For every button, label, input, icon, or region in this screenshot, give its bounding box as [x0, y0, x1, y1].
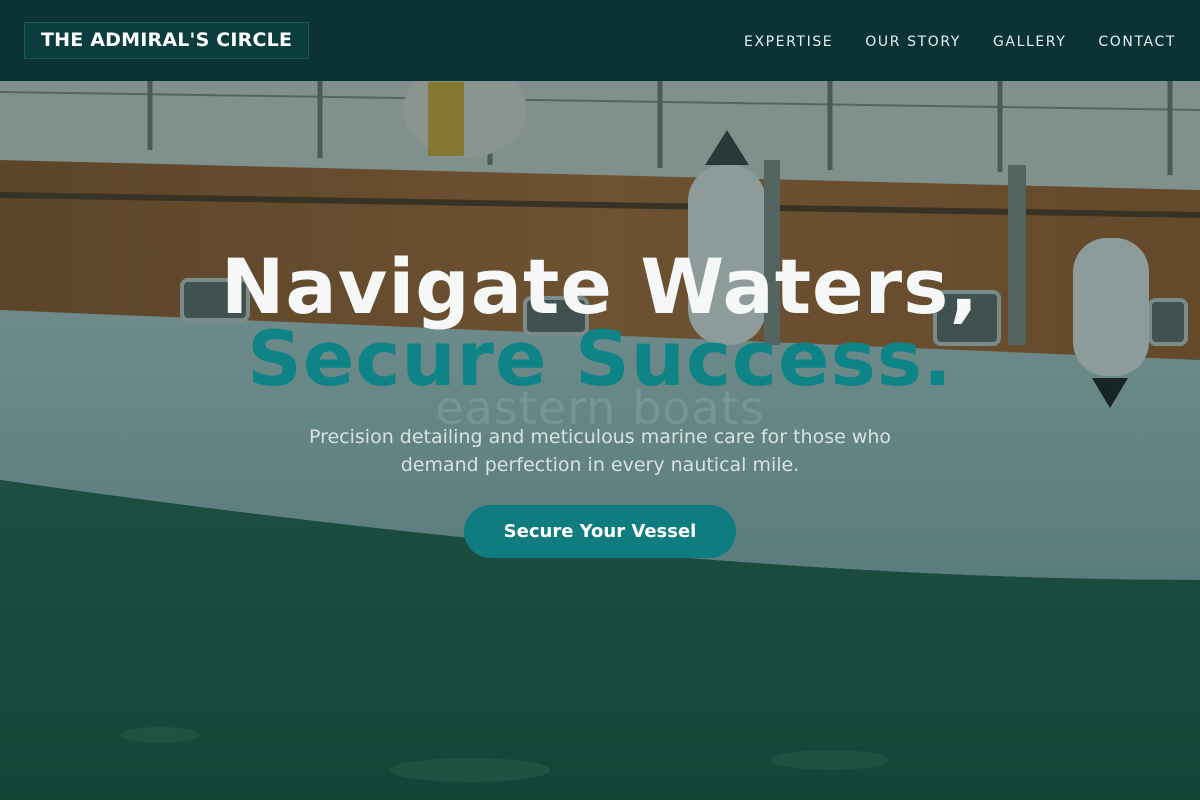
nav-item: OUR STORY: [833, 31, 961, 50]
nav-list: EXPERTISE OUR STORY GALLERY CONTACT: [712, 31, 1176, 50]
nav-link-gallery[interactable]: GALLERY: [993, 34, 1066, 50]
hero-headline: Navigate Waters,: [220, 242, 980, 331]
top-navbar: THE ADMIRAL'S CIRCLE EXPERTISE OUR STORY…: [0, 0, 1200, 81]
nav-item: CONTACT: [1066, 31, 1176, 50]
nav-item: GALLERY: [961, 31, 1066, 50]
secure-vessel-button[interactable]: Secure Your Vessel: [464, 505, 736, 558]
nav-item: EXPERTISE: [712, 31, 833, 50]
nav-link-our-story[interactable]: OUR STORY: [865, 34, 961, 50]
main-nav: EXPERTISE OUR STORY GALLERY CONTACT: [712, 31, 1176, 50]
nav-link-expertise[interactable]: EXPERTISE: [744, 34, 833, 50]
nav-link-contact[interactable]: CONTACT: [1098, 34, 1176, 50]
hero-tagline: Precision detailing and meticulous marin…: [308, 426, 892, 476]
hero-headline-accent: Secure Success.: [247, 314, 953, 403]
brand-logo[interactable]: THE ADMIRAL'S CIRCLE: [24, 22, 310, 59]
hero-section: eastern boats Navigate Waters, Secure Su…: [0, 81, 1200, 800]
